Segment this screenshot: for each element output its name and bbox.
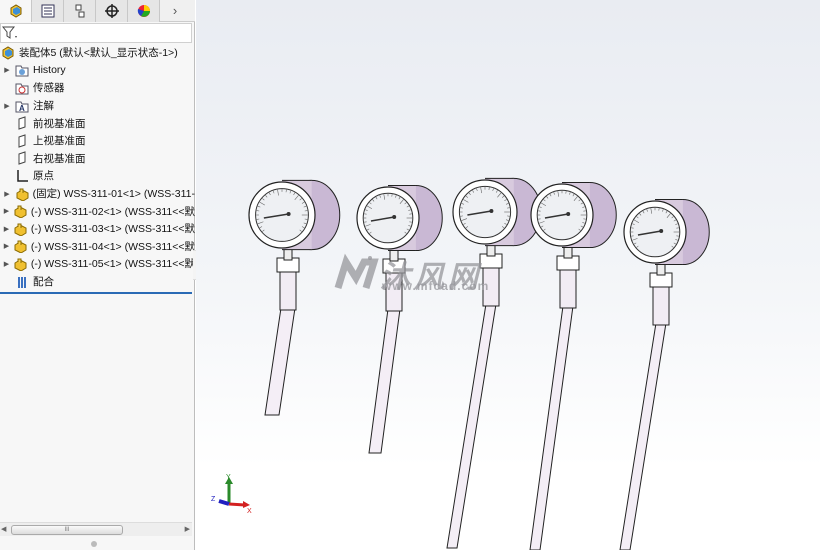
thermometer-gauge[interactable] [446, 177, 542, 549]
thermometer-gauge[interactable] [529, 181, 617, 550]
watermark-logo-icon [334, 253, 379, 290]
thermometer-gauge[interactable] [248, 179, 341, 416]
x-axis-arrow [228, 502, 246, 507]
x-axis-label: X [247, 508, 252, 515]
axis-triad: Y X Z [211, 474, 252, 515]
y-axis-label: Y [226, 474, 231, 481]
thermometer-gauge[interactable] [619, 198, 710, 550]
watermark-url: www.mfcad.com [382, 279, 490, 293]
z-axis-label: Z [211, 496, 216, 503]
thermometer-gauge[interactable] [356, 184, 443, 454]
